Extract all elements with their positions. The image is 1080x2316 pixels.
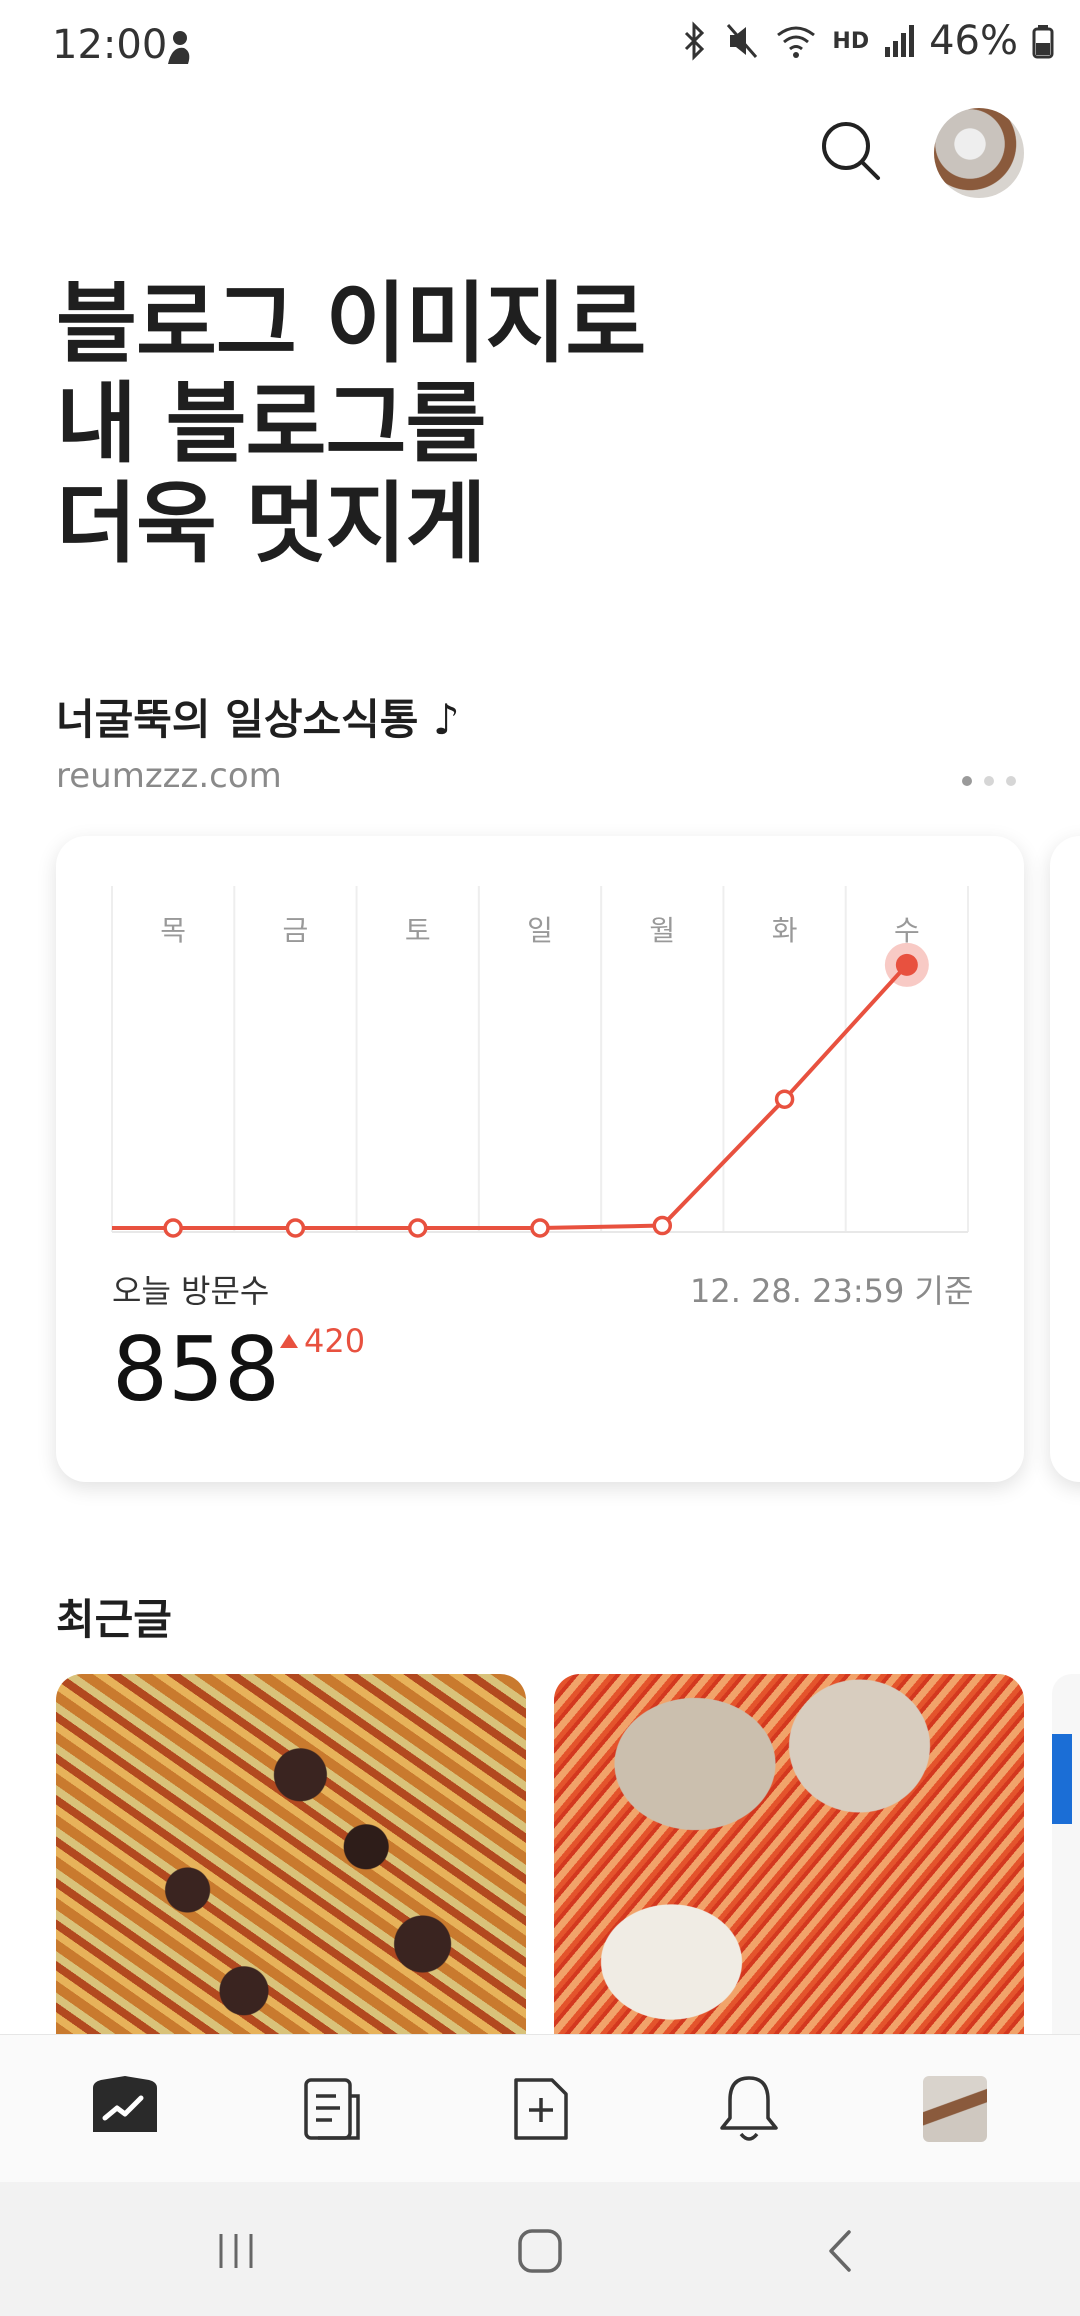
recent-apps-icon [219, 2234, 253, 2268]
pager-dot-active [962, 776, 972, 786]
data-point [285, 1218, 306, 1238]
headline-line-2: 내 블로그를 [56, 372, 486, 475]
x-tick-label: 월 [649, 914, 675, 947]
x-tick-label: 목 [160, 914, 186, 947]
visits-chart: 목금토일월화수 [111, 886, 969, 1238]
headline-line-1: 블로그 이미지로 [56, 272, 646, 375]
next-card-peek[interactable] [1050, 836, 1080, 1482]
recent-post-thumbnail[interactable] [56, 1674, 526, 2034]
document-icon [304, 2078, 360, 2140]
x-tick-label: 일 [527, 914, 553, 947]
visits-count: 858 [112, 1318, 280, 1421]
battery-percent: 46% [929, 18, 1018, 64]
pager-dot [1006, 776, 1016, 786]
back-button[interactable] [802, 2216, 882, 2286]
nav-posts[interactable] [288, 2064, 378, 2154]
search-button[interactable] [818, 118, 884, 184]
search-icon [822, 122, 880, 180]
visits-label: 오늘 방문수 [112, 1272, 270, 1310]
back-icon [829, 2230, 851, 2272]
x-tick-label: 토 [405, 914, 431, 947]
x-tick-label: 화 [772, 914, 798, 947]
visits-timestamp: 12. 28. 23:59 기준 [690, 1272, 974, 1310]
bluetooth-icon [685, 21, 705, 61]
data-point [163, 1218, 183, 1238]
recent-posts-title: 최근글 [56, 1595, 172, 1644]
nav-profile[interactable] [910, 2064, 1000, 2154]
blog-url[interactable]: reumzzz.com [56, 756, 282, 796]
recent-apps-button[interactable] [196, 2216, 276, 2286]
headline: 블로그 이미지로 내 블로그를 더욱 멋지게 [56, 272, 646, 575]
x-tick-label: 금 [283, 914, 309, 947]
headline-line-3: 더욱 멋지게 [56, 472, 486, 575]
wifi-icon [777, 26, 816, 58]
home-button[interactable] [500, 2216, 580, 2286]
series-line [173, 963, 909, 1230]
new-post-icon [514, 2078, 568, 2140]
data-point [774, 1089, 795, 1109]
visits-delta: 420 [280, 1322, 365, 1360]
data-point [407, 1218, 428, 1238]
recent-post-thumbnail[interactable] [554, 1674, 1024, 2034]
x-tick-label: 수 [894, 914, 920, 947]
signal-icon [885, 25, 915, 57]
battery-icon [1032, 25, 1054, 59]
data-point [530, 1218, 550, 1238]
status-time: 12:00 [52, 22, 168, 68]
bell-icon [720, 2076, 778, 2141]
blog-name[interactable]: 너굴뚝의 일상소식통 ♪ [56, 686, 460, 747]
network-label: HD [832, 28, 870, 54]
nav-new-post[interactable] [496, 2064, 586, 2154]
recent-post-thumbnail-peek[interactable] [1052, 1674, 1080, 2034]
card-pager [962, 776, 1016, 786]
mute-icon [727, 24, 758, 58]
notification-icon [160, 28, 196, 68]
data-point [895, 953, 918, 976]
profile-thumbnail [923, 2076, 987, 2142]
stats-icon [93, 2076, 157, 2132]
nav-stats[interactable] [80, 2064, 170, 2154]
profile-avatar[interactable] [934, 108, 1024, 198]
visits-delta-value: 420 [304, 1322, 366, 1360]
pager-dot [984, 776, 994, 786]
home-icon [518, 2229, 562, 2273]
nav-notifications[interactable] [704, 2064, 794, 2154]
data-point [652, 1215, 673, 1236]
status-icons: HD 46% [680, 18, 1054, 64]
up-arrow-icon [280, 1334, 298, 1348]
